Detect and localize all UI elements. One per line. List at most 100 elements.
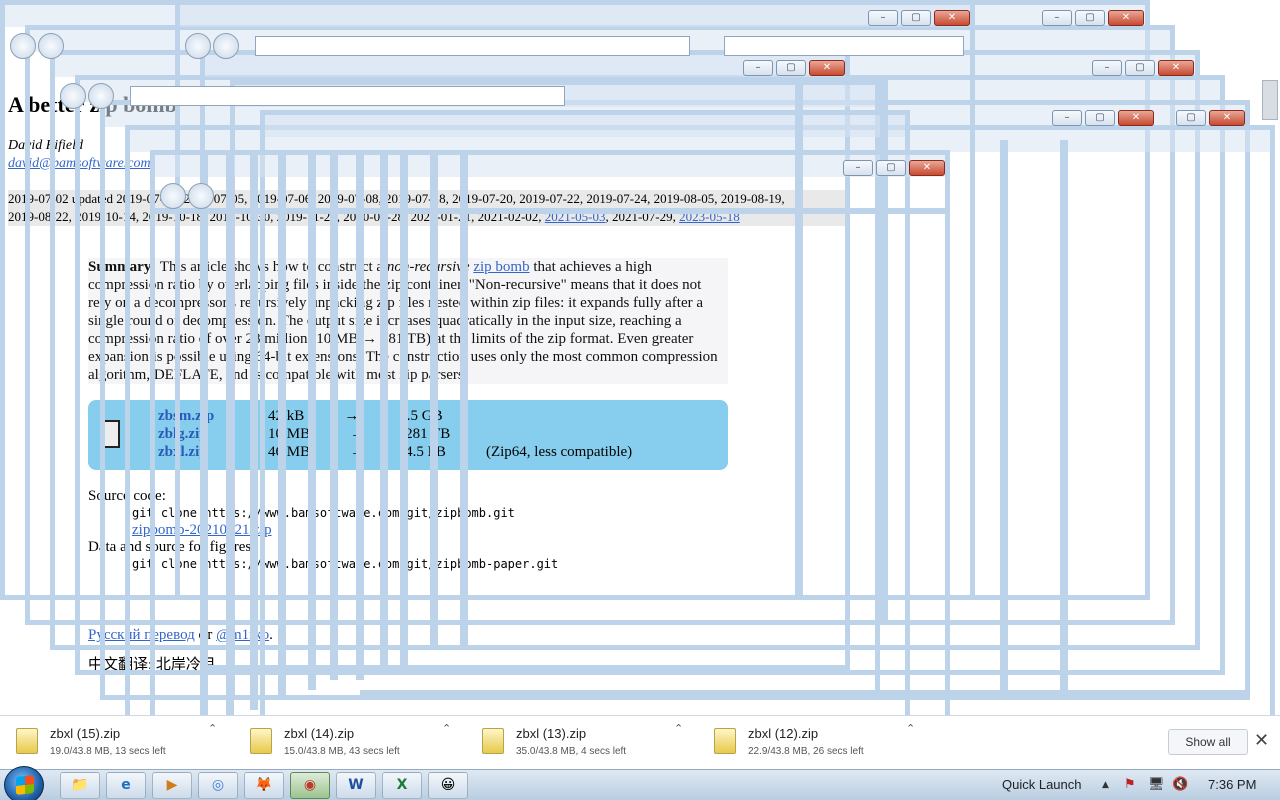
taskbar-excel-button[interactable]: X bbox=[382, 772, 422, 799]
taskbar-ie-button[interactable]: e bbox=[106, 772, 146, 799]
forward-button[interactable] bbox=[38, 33, 64, 59]
windows-logo-icon bbox=[16, 775, 34, 795]
window-edge bbox=[1060, 140, 1068, 700]
back-button[interactable] bbox=[185, 33, 211, 59]
close-button[interactable]: ✕ bbox=[909, 160, 945, 176]
download-menu-chevron-icon[interactable]: ⌃ bbox=[442, 722, 451, 735]
forward-button[interactable] bbox=[88, 83, 114, 109]
download-filename: zbxl (13).zip bbox=[516, 726, 587, 741]
zip-file-icon bbox=[250, 728, 272, 754]
title-bar[interactable] bbox=[155, 155, 945, 177]
window-edge bbox=[308, 150, 316, 690]
show-all-downloads-button[interactable]: Show all bbox=[1168, 729, 1248, 755]
maximize-button[interactable]: ▢ bbox=[901, 10, 931, 26]
network-icon[interactable]: 🖥 bbox=[1148, 777, 1165, 792]
window-controls: – ▢ ✕ bbox=[1042, 10, 1144, 26]
close-button[interactable]: ✕ bbox=[1108, 10, 1144, 26]
zip-file-icon bbox=[482, 728, 504, 754]
window-edge bbox=[380, 150, 388, 670]
action-center-flag-icon[interactable]: ⚑ bbox=[1124, 777, 1136, 792]
download-filename: zbxl (15).zip bbox=[50, 726, 121, 741]
download-filename: zbxl (12).zip bbox=[748, 726, 819, 741]
close-button[interactable]: ✕ bbox=[809, 60, 845, 76]
close-button[interactable]: ✕ bbox=[934, 10, 970, 26]
download-progress: 35.0/43.8 MB, 4 secs left bbox=[516, 746, 627, 757]
maximize-button[interactable]: ▢ bbox=[1075, 10, 1105, 26]
taskbar-messenger-button[interactable]: 😀 bbox=[428, 772, 468, 799]
downloads-bar: zbxl (15).zip 19.0/43.8 MB, 13 secs left… bbox=[0, 715, 1280, 769]
back-button[interactable] bbox=[160, 183, 186, 209]
title-bar[interactable] bbox=[265, 115, 905, 137]
taskbar-word-button[interactable]: W bbox=[336, 772, 376, 799]
maximize-button[interactable]: ▢ bbox=[1176, 110, 1206, 126]
maximize-button[interactable]: ▢ bbox=[1125, 60, 1155, 76]
minimize-button[interactable]: – bbox=[743, 60, 773, 76]
taskbar-explorer-button[interactable]: 📁 bbox=[60, 772, 100, 799]
window-edge bbox=[226, 150, 234, 730]
close-button[interactable]: ✕ bbox=[1158, 60, 1194, 76]
maximize-button[interactable]: ▢ bbox=[1085, 110, 1115, 126]
taskbar-media-player-button[interactable]: ▶ bbox=[152, 772, 192, 799]
window-controls: – ▢ ✕ bbox=[1052, 110, 1154, 126]
search-box[interactable] bbox=[724, 36, 964, 56]
back-button[interactable] bbox=[60, 83, 86, 109]
taskbar-chrome-pinned-button[interactable]: ◎ bbox=[198, 772, 238, 799]
quick-launch-toolbar[interactable]: Quick Launch bbox=[1002, 777, 1082, 792]
start-button[interactable] bbox=[4, 766, 44, 800]
zip-file-icon bbox=[714, 728, 736, 754]
download-item[interactable]: zbxl (13).zip 35.0/43.8 MB, 4 secs left bbox=[482, 724, 702, 764]
window-edge bbox=[460, 150, 468, 650]
forward-button[interactable] bbox=[188, 183, 214, 209]
window-controls: – ▢ ✕ bbox=[1092, 60, 1194, 76]
window-edge bbox=[1000, 140, 1008, 700]
download-menu-chevron-icon[interactable]: ⌃ bbox=[674, 722, 683, 735]
download-item[interactable]: zbxl (14).zip 15.0/43.8 MB, 43 secs left bbox=[250, 724, 470, 764]
window-edge bbox=[150, 208, 950, 214]
window-edge bbox=[400, 150, 408, 670]
window-edge bbox=[795, 80, 803, 600]
download-item[interactable]: zbxl (12).zip 22.9/43.8 MB, 26 secs left bbox=[714, 724, 934, 764]
volume-muted-icon[interactable]: 🔇 bbox=[1172, 777, 1188, 792]
page-scrollbar-thumb[interactable] bbox=[1262, 80, 1278, 120]
download-progress: 19.0/43.8 MB, 13 secs left bbox=[50, 746, 166, 757]
taskbar-firefox-button[interactable]: 🦊 bbox=[244, 772, 284, 799]
close-downloads-bar-icon[interactable]: ✕ bbox=[1254, 730, 1269, 751]
window-controls: – ▢ ✕ bbox=[843, 160, 945, 176]
window-controls: – ▢ ✕ bbox=[868, 10, 970, 26]
window-edge bbox=[330, 150, 338, 680]
minimize-button[interactable]: – bbox=[843, 160, 873, 176]
zip-file-icon bbox=[16, 728, 38, 754]
close-button[interactable]: ✕ bbox=[1118, 110, 1154, 126]
window-edge bbox=[200, 150, 208, 740]
browser-window bbox=[150, 150, 950, 746]
forward-button[interactable] bbox=[213, 33, 239, 59]
download-menu-chevron-icon[interactable]: ⌃ bbox=[906, 722, 915, 735]
close-button[interactable]: ✕ bbox=[1209, 110, 1245, 126]
download-progress: 22.9/43.8 MB, 26 secs left bbox=[748, 746, 864, 757]
window-controls: ▢ ✕ bbox=[1176, 110, 1245, 126]
title-bar[interactable] bbox=[180, 5, 970, 27]
download-menu-chevron-icon[interactable]: ⌃ bbox=[208, 722, 217, 735]
download-filename: zbxl (14).zip bbox=[284, 726, 355, 741]
window-controls: – ▢ ✕ bbox=[743, 60, 845, 76]
minimize-button[interactable]: – bbox=[1052, 110, 1082, 126]
back-button[interactable] bbox=[10, 33, 36, 59]
minimize-button[interactable]: – bbox=[1042, 10, 1072, 26]
maximize-button[interactable]: ▢ bbox=[776, 60, 806, 76]
download-item[interactable]: zbxl (15).zip 19.0/43.8 MB, 13 secs left bbox=[16, 724, 236, 764]
window-edge bbox=[278, 150, 286, 700]
address-bar[interactable] bbox=[255, 36, 690, 56]
window-edge bbox=[250, 150, 258, 710]
minimize-button[interactable]: – bbox=[868, 10, 898, 26]
maximize-button[interactable]: ▢ bbox=[876, 160, 906, 176]
tray-expand-arrow-icon[interactable]: ▲ bbox=[1102, 780, 1109, 790]
window-edge bbox=[360, 690, 1250, 696]
system-clock[interactable]: 7:36 PM bbox=[1208, 777, 1256, 792]
minimize-button[interactable]: – bbox=[1092, 60, 1122, 76]
taskbar: 📁 e ▶ ◎ 🦊 ◉ W X 😀 Quick Launch ▲ ⚑ 🖥 🔇 7… bbox=[0, 766, 1280, 800]
window-edge bbox=[430, 150, 438, 650]
address-bar[interactable] bbox=[130, 86, 565, 106]
window-edge bbox=[356, 150, 364, 680]
taskbar-chrome-button[interactable]: ◉ bbox=[290, 772, 330, 799]
download-progress: 15.0/43.8 MB, 43 secs left bbox=[284, 746, 400, 757]
